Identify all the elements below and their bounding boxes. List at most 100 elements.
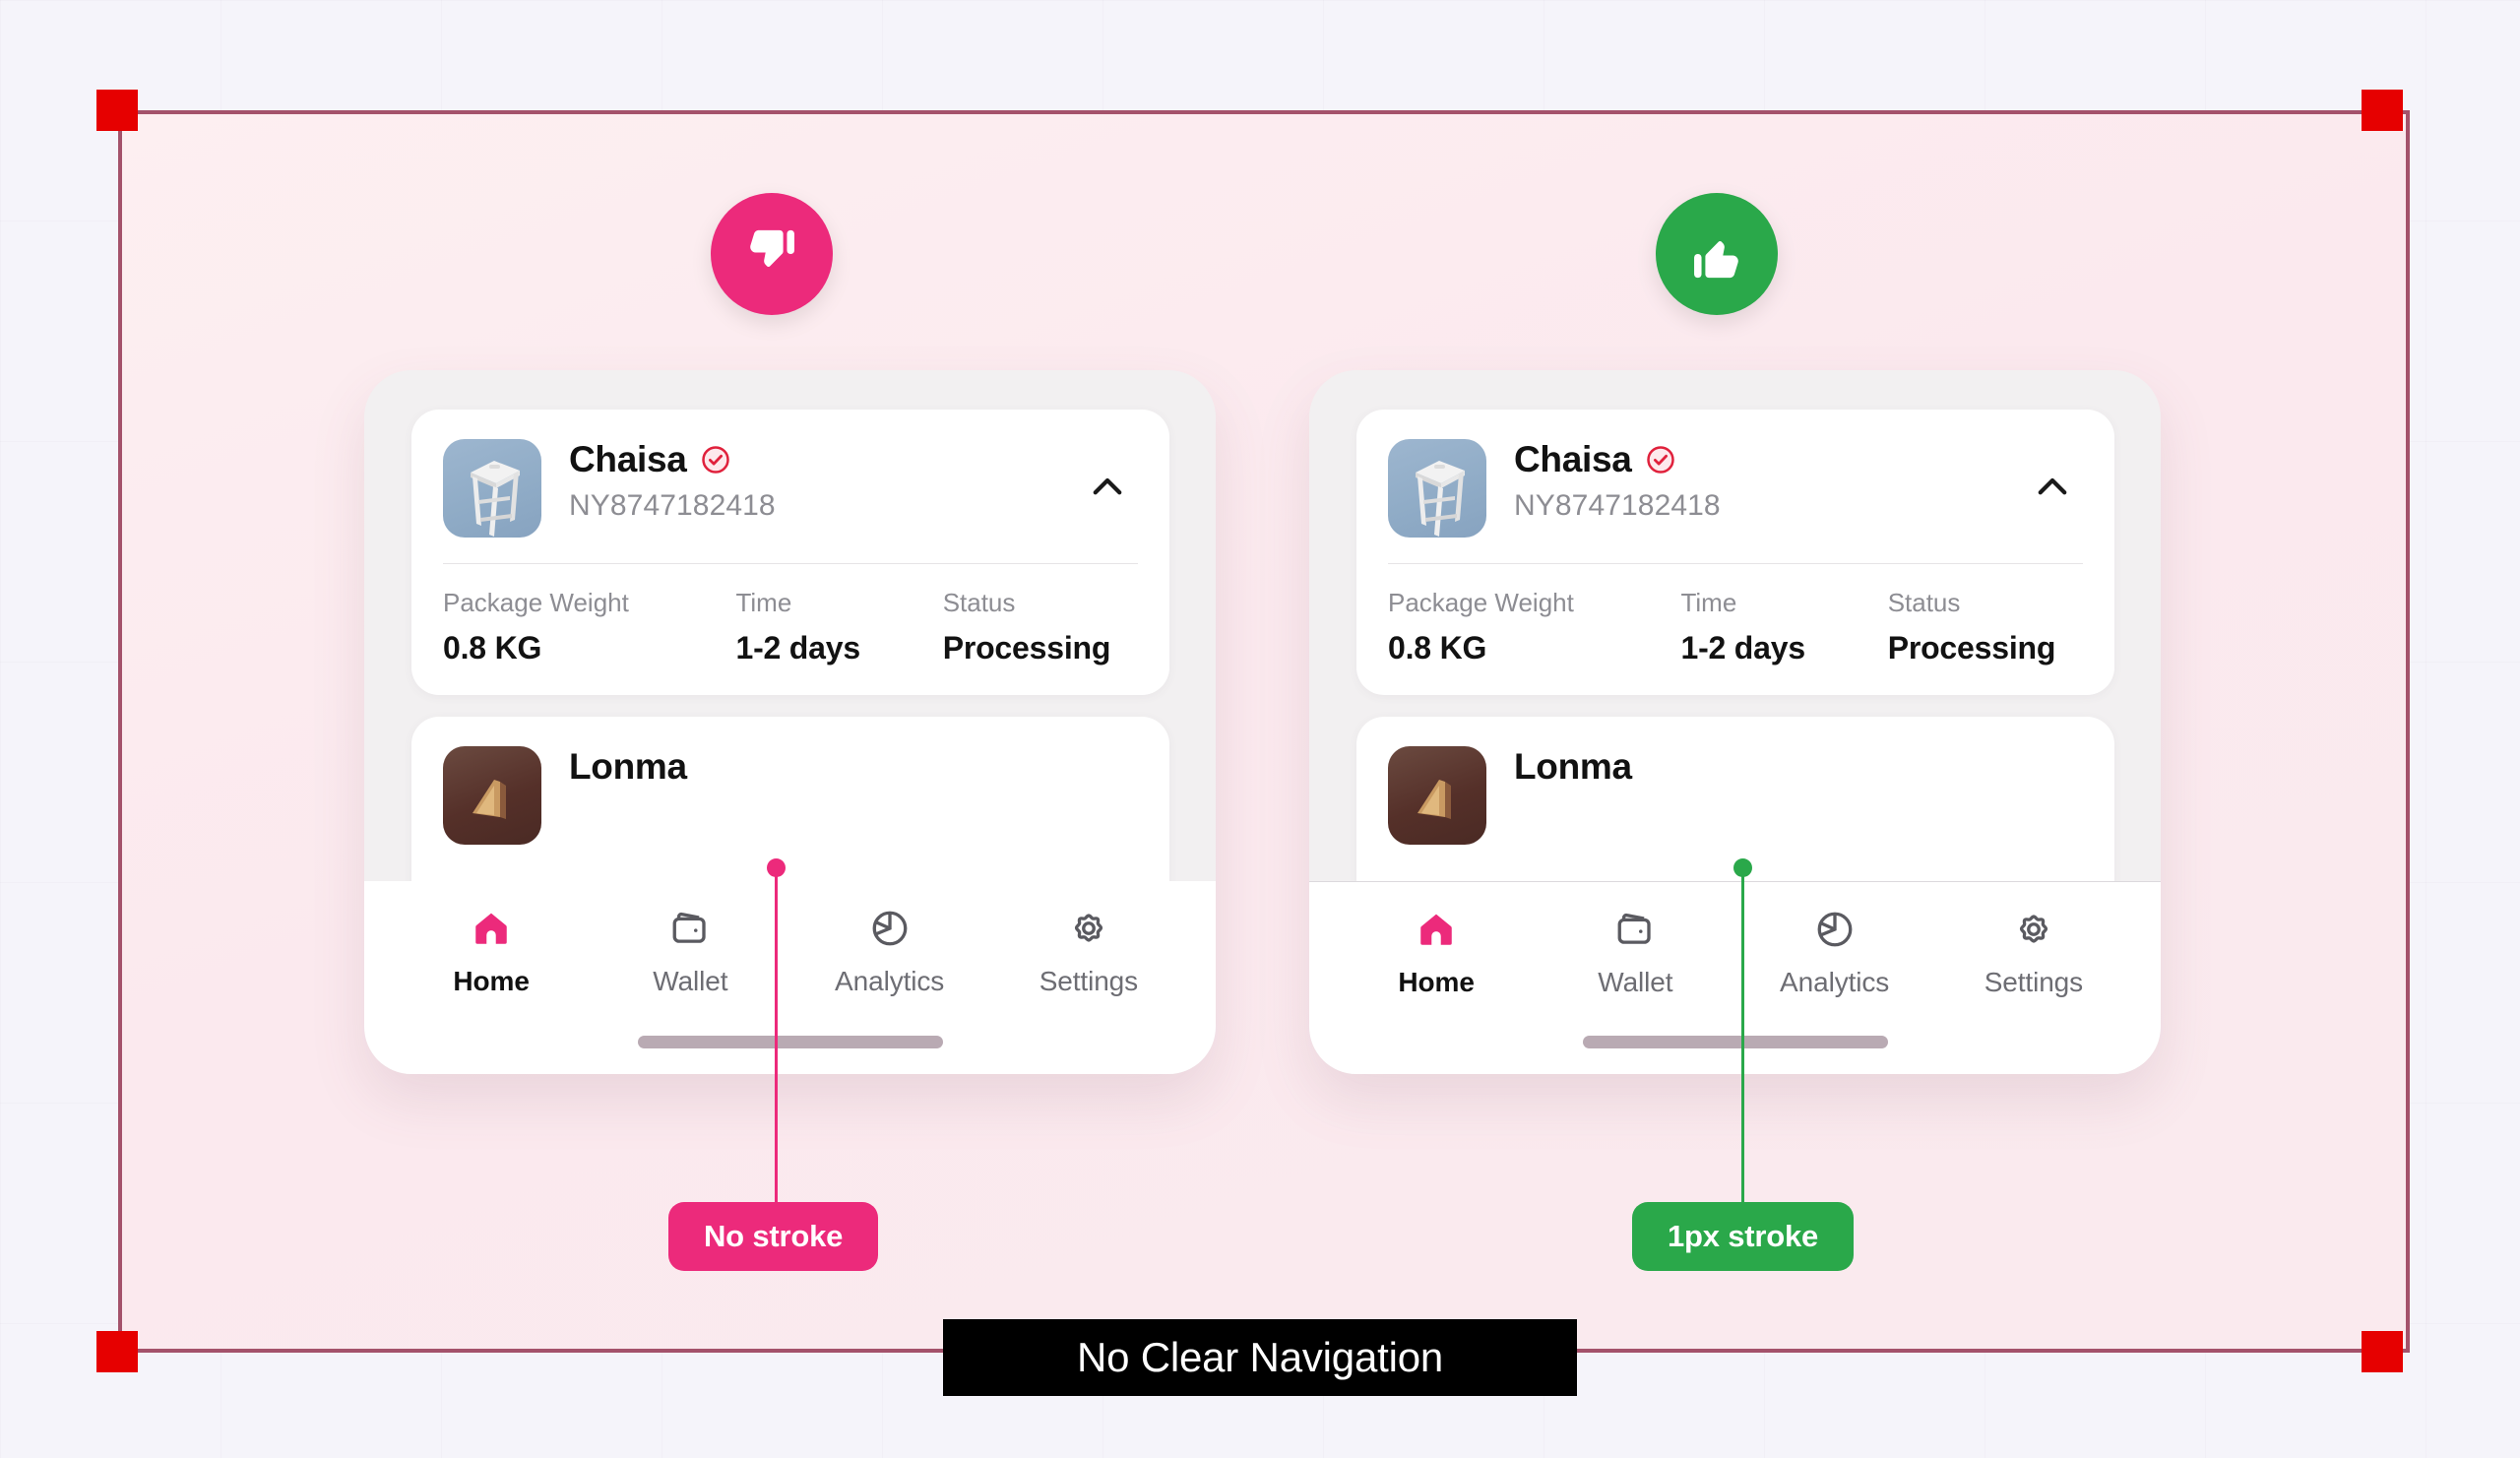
meta-value: Processing — [942, 630, 1111, 666]
nav-label: Wallet — [653, 966, 728, 996]
wooden-product-image — [1418, 780, 1451, 819]
screenshot-stage: Chaisa NY8747182418 Package Weight 0.8 K… — [0, 0, 2520, 1458]
product-name: Lonma — [1514, 746, 1632, 787]
order-card-text: Lonma — [1514, 746, 1632, 787]
nav-label: Settings — [1984, 967, 2084, 997]
home-icon — [471, 907, 512, 950]
corner-marker-bottom-left — [96, 1331, 138, 1372]
nav-item-settings[interactable]: Settings — [1947, 908, 2120, 998]
thumbs-down-icon — [750, 229, 794, 267]
order-card-header: Chaisa NY8747182418 — [411, 410, 1169, 538]
product-name: Chaisa — [569, 439, 687, 479]
nav-item-wallet[interactable]: Wallet — [603, 907, 777, 997]
white-stool-image — [471, 461, 520, 537]
callout-anchor-dot-good — [1733, 858, 1752, 877]
meta-value: Processing — [1887, 630, 2056, 666]
order-card-header: Lonma — [1356, 717, 2114, 845]
nav-item-wallet[interactable]: Wallet — [1548, 908, 1722, 998]
chevron-up-icon[interactable] — [1087, 467, 1128, 508]
phone-mockup-good: Chaisa NY8747182418 Package Weight 0.8 K… — [1309, 370, 2161, 1074]
meta-status: Status Processing — [943, 588, 1138, 666]
meta-package-weight: Package Weight 0.8 KG — [1388, 588, 1680, 666]
meta-value: 1-2 days — [1680, 630, 1805, 666]
product-title-row: Lonma — [1514, 746, 1632, 787]
order-card-header: Chaisa NY8747182418 — [1356, 410, 2114, 538]
settings-icon — [2013, 908, 2054, 951]
callout-anchor-dot-bad — [767, 858, 786, 877]
nav-label: Settings — [1039, 966, 1139, 996]
nav-label: Analytics — [1780, 967, 1890, 997]
phone-screen-bad: Chaisa NY8747182418 Package Weight 0.8 K… — [364, 370, 1216, 1074]
order-id: NY8747182418 — [1514, 488, 1721, 522]
order-card[interactable]: Chaisa NY8747182418 Package Weight 0.8 K… — [1356, 410, 2114, 695]
meta-value: 1-2 days — [735, 630, 860, 666]
product-thumbnail — [443, 746, 541, 845]
issue-banner: No Clear Navigation — [943, 1319, 1577, 1396]
wallet-icon — [1614, 908, 1656, 951]
nav-label: Wallet — [1598, 967, 1673, 997]
analytics-icon — [869, 907, 911, 950]
order-id: NY8747182418 — [569, 488, 776, 522]
corner-marker-top-left — [96, 90, 138, 131]
callout-connector-line-bad — [775, 865, 778, 1205]
meta-label: Status — [1887, 588, 1961, 617]
settings-icon — [1068, 907, 1109, 950]
chevron-up-icon[interactable] — [2032, 467, 2073, 508]
callout-pill-1px-stroke: 1px stroke — [1632, 1202, 1855, 1271]
home-indicator — [637, 1036, 943, 1048]
nav-item-home[interactable]: Home — [1350, 908, 1523, 998]
phone-screen-good: Chaisa NY8747182418 Package Weight 0.8 K… — [1309, 370, 2161, 1074]
callout-connector-line-good — [1741, 865, 1744, 1205]
callout-pill-label: 1px stroke — [1668, 1219, 1819, 1253]
meta-time: Time 1-2 days — [735, 588, 942, 666]
meta-package-weight: Package Weight 0.8 KG — [443, 588, 735, 666]
verified-check-icon — [1646, 446, 1674, 475]
verified-check-icon — [701, 446, 729, 475]
white-stool-image — [1416, 461, 1465, 537]
nav-item-analytics[interactable]: Analytics — [1748, 908, 1922, 998]
meta-label: Time — [735, 588, 792, 617]
analytics-icon — [1814, 908, 1856, 951]
product-title-row: Lonma — [569, 746, 687, 787]
order-card-header: Lonma — [411, 717, 1169, 845]
wooden-product-image — [472, 780, 506, 819]
product-thumbnail — [1388, 746, 1486, 845]
product-name: Chaisa — [1514, 439, 1632, 479]
corner-marker-top-right — [2362, 90, 2403, 131]
product-thumbnail — [443, 439, 541, 538]
thumbs-down-badge — [711, 193, 833, 315]
callout-pill-label: No stroke — [704, 1219, 844, 1253]
panel-bad-example: Chaisa NY8747182418 Package Weight 0.8 K… — [236, 177, 1250, 1270]
phone-mockup-bad: Chaisa NY8747182418 Package Weight 0.8 K… — [364, 370, 1216, 1074]
nav-item-settings[interactable]: Settings — [1002, 907, 1175, 997]
nav-label: Home — [1398, 967, 1475, 997]
meta-time: Time 1-2 days — [1680, 588, 1887, 666]
order-card[interactable]: Chaisa NY8747182418 Package Weight 0.8 K… — [411, 410, 1169, 695]
thumbs-up-icon — [1694, 241, 1738, 279]
nav-label: Home — [453, 966, 530, 996]
product-title-row: Chaisa — [1514, 439, 1721, 479]
meta-label: Package Weight — [1388, 588, 1574, 617]
meta-value: 0.8 KG — [1388, 630, 1487, 666]
product-title-row: Chaisa — [569, 439, 776, 479]
issue-banner-label: No Clear Navigation — [1076, 1334, 1444, 1380]
meta-value: 0.8 KG — [443, 630, 542, 666]
home-indicator — [1582, 1036, 1888, 1048]
meta-status: Status Processing — [1888, 588, 2083, 666]
corner-marker-bottom-right — [2362, 1331, 2403, 1372]
order-card-text: Chaisa NY8747182418 — [1514, 439, 1721, 523]
nav-item-home[interactable]: Home — [405, 907, 578, 997]
home-icon — [1416, 908, 1457, 951]
bottom-nav-items: Home Wallet Analytics Settings — [1309, 908, 2161, 998]
meta-label: Status — [942, 588, 1016, 617]
nav-label: Analytics — [835, 966, 945, 996]
order-card-text: Chaisa NY8747182418 — [569, 439, 776, 523]
meta-label: Time — [1680, 588, 1737, 617]
product-name: Lonma — [569, 746, 687, 787]
order-meta-row: Package Weight 0.8 KG Time 1-2 days Stat… — [411, 564, 1169, 666]
panel-good-example: Chaisa NY8747182418 Package Weight 0.8 K… — [1181, 177, 2195, 1270]
callout-pill-no-stroke: No stroke — [668, 1202, 879, 1271]
nav-item-analytics[interactable]: Analytics — [803, 907, 976, 997]
wallet-icon — [669, 907, 711, 950]
bottom-nav-items: Home Wallet Analytics Settings — [364, 907, 1216, 997]
